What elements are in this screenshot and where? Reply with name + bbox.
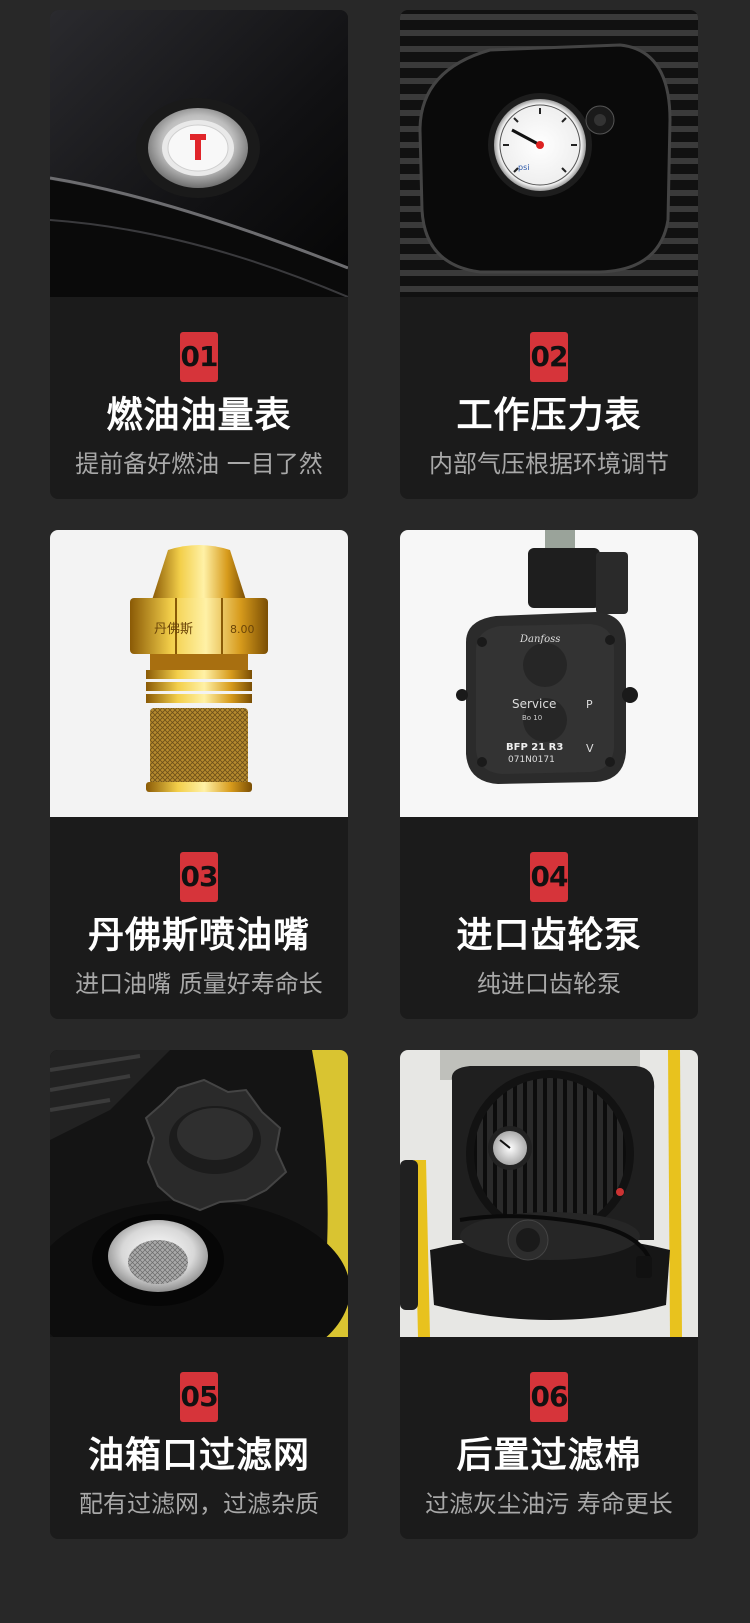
pump-brand-label: Danfoss — [519, 634, 560, 645]
feature-number-badge: 01 — [180, 332, 218, 382]
feature-title: 进口齿轮泵 — [456, 915, 642, 956]
nozzle-icon: 丹佛斯 8.00 — [50, 530, 348, 817]
feature-number-badge: 05 — [180, 1372, 218, 1422]
feature-title: 油箱口过滤网 — [87, 1435, 310, 1476]
pump-v-label: V — [586, 742, 594, 755]
feature-subtitle: 提前备好燃油 一目了然 — [75, 450, 323, 478]
tank-cap-photo — [50, 1050, 348, 1337]
nozzle-brand-label: 丹佛斯 — [154, 622, 193, 637]
fuel-gauge-photo — [50, 10, 348, 297]
tank-cap-icon — [50, 1050, 348, 1337]
feature-number-badge: 04 — [530, 852, 568, 902]
feature-card-gear-pump: Danfoss Service Bo 10 BFP 21 R3 071N0171… — [400, 530, 698, 1019]
feature-number-badge: 06 — [530, 1372, 568, 1422]
feature-title: 后置过滤棉 — [456, 1435, 642, 1476]
gear-pump-icon: Danfoss Service Bo 10 BFP 21 R3 071N0171… — [400, 530, 698, 817]
pressure-gauge-photo: psi — [400, 10, 698, 297]
feature-title: 工作压力表 — [456, 395, 642, 436]
pump-code-label: 071N0171 — [508, 755, 555, 765]
feature-number-badge: 03 — [180, 852, 218, 902]
svg-text:psi: psi — [518, 163, 529, 172]
pump-model-label: BFP 21 R3 — [506, 742, 563, 753]
rear-filter-icon — [400, 1050, 698, 1337]
gear-pump-photo: Danfoss Service Bo 10 BFP 21 R3 071N0171… — [400, 530, 698, 817]
feature-card-nozzle: 丹佛斯 8.00 03 丹佛斯喷油嘴 进口油嘴 质量好寿命长 — [50, 530, 348, 1019]
fuel-gauge-icon — [50, 10, 348, 297]
pump-service-sub-label: Bo 10 — [522, 714, 542, 722]
feature-subtitle: 纯进口齿轮泵 — [477, 970, 621, 998]
feature-card-pressure-gauge: psi 02 工作压力表 内部气压根据环境调节 — [400, 10, 698, 499]
feature-subtitle: 配有过滤网，过滤杂质 — [79, 1490, 319, 1518]
nozzle-size-label: 8.00 — [230, 623, 255, 636]
feature-grid: 01 燃油油量表 提前备好燃油 一目了然 psi 02 工作压力表 内部气压根据… — [0, 0, 750, 1623]
pump-service-label: Service — [512, 697, 556, 711]
feature-title: 丹佛斯喷油嘴 — [87, 915, 310, 956]
nozzle-photo: 丹佛斯 8.00 — [50, 530, 348, 817]
feature-subtitle: 过滤灰尘油污 寿命更长 — [425, 1490, 673, 1518]
feature-subtitle: 进口油嘴 质量好寿命长 — [75, 970, 323, 998]
feature-title: 燃油油量表 — [106, 395, 292, 436]
feature-card-rear-filter: 06 后置过滤棉 过滤灰尘油污 寿命更长 — [400, 1050, 698, 1539]
rear-filter-photo — [400, 1050, 698, 1337]
pump-p-label: P — [586, 698, 593, 711]
pressure-gauge-icon: psi — [400, 10, 698, 297]
feature-subtitle: 内部气压根据环境调节 — [429, 450, 669, 478]
feature-card-tank-filter: 05 油箱口过滤网 配有过滤网，过滤杂质 — [50, 1050, 348, 1539]
feature-card-fuel-gauge: 01 燃油油量表 提前备好燃油 一目了然 — [50, 10, 348, 499]
feature-number-badge: 02 — [530, 332, 568, 382]
